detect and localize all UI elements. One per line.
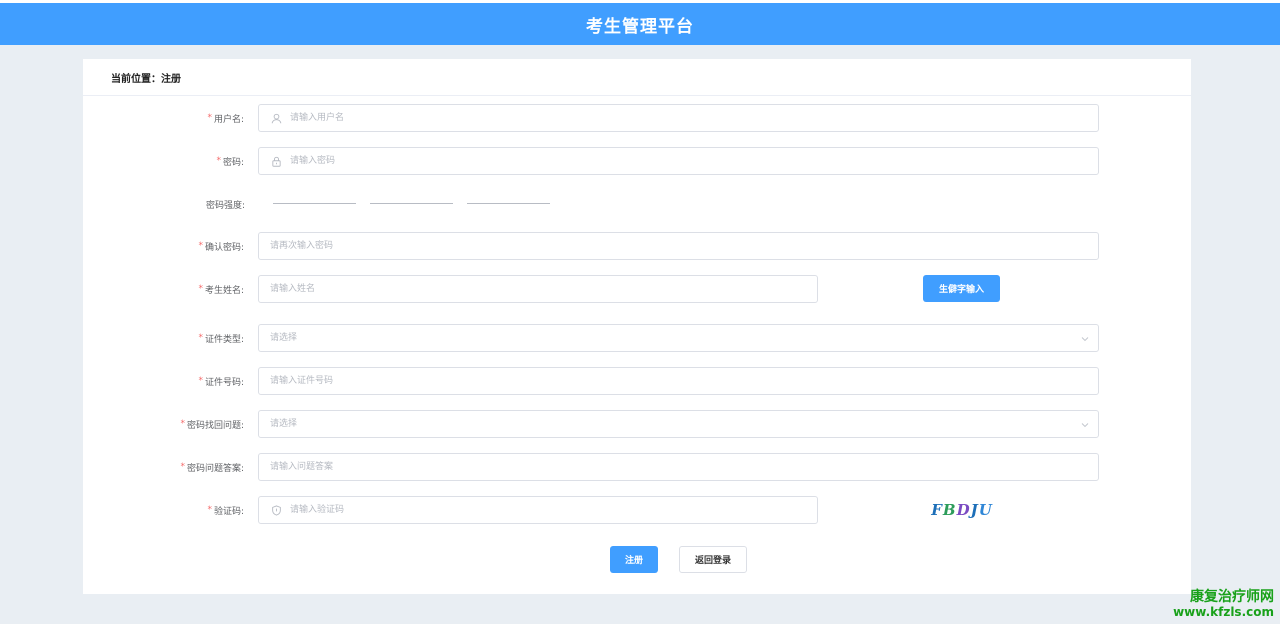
strength-bar-weak [273, 203, 356, 204]
register-panel: 当前位置：注册 * 用户名: * 密码: 密码强度: [83, 59, 1191, 594]
password-row: * 密码: [83, 147, 1191, 175]
captcha-label: * 验证码: [207, 505, 244, 517]
id-type-select[interactable] [258, 324, 1099, 352]
answer-input[interactable] [270, 454, 1098, 480]
id-number-field[interactable] [258, 367, 1099, 395]
chevron-down-icon [1081, 423, 1089, 428]
question-label: * 密码找回问题: [180, 419, 244, 431]
id-number-label: * 证件号码: [198, 376, 244, 388]
strength-label: 密码强度: [205, 200, 245, 211]
answer-label: * 密码问题答案: [180, 462, 244, 474]
password-input[interactable] [290, 148, 1098, 174]
confirm-password-field[interactable] [258, 232, 1099, 260]
chevron-down-icon [1081, 337, 1089, 342]
rare-char-input-button[interactable]: 生僻字输入 [923, 275, 1000, 302]
confirm-label: * 确认密码: [198, 241, 244, 253]
id-number-input[interactable] [270, 368, 1098, 394]
name-label: * 考生姓名: [198, 284, 244, 296]
site-watermark: 康复治疗师网 www.kfzls.com [1173, 589, 1274, 620]
question-row: * 密码找回问题: [83, 410, 1191, 438]
captcha-input[interactable] [290, 497, 817, 523]
answer-row: * 密码问题答案: [83, 453, 1191, 481]
captcha-row: * 验证码: F B D J U [83, 496, 1191, 524]
id-type-input[interactable] [270, 325, 1098, 351]
username-label: * 用户名: [207, 113, 244, 125]
register-button[interactable]: 注册 [610, 546, 658, 573]
id-number-row: * 证件号码: [83, 367, 1191, 395]
back-to-login-button[interactable]: 返回登录 [679, 546, 747, 573]
shield-icon [270, 504, 282, 516]
answer-field[interactable] [258, 453, 1099, 481]
app-title: 考生管理平台 [586, 16, 694, 37]
password-label: * 密码: [216, 156, 244, 168]
name-input[interactable] [270, 276, 817, 302]
app-header: 考生管理平台 [0, 3, 1280, 45]
captcha-image[interactable]: F B D J U [927, 496, 997, 524]
strength-meter [273, 203, 550, 205]
breadcrumb: 当前位置：注册 [111, 73, 181, 85]
recovery-question-select[interactable] [258, 410, 1099, 438]
name-field[interactable] [258, 275, 818, 303]
lock-icon [270, 155, 282, 167]
id-type-label: * 证件类型: [198, 333, 244, 345]
username-row: * 用户名: [83, 104, 1191, 132]
id-type-row: * 证件类型: [83, 324, 1191, 352]
confirm-row: * 确认密码: [83, 232, 1191, 260]
strength-row: 密码强度: [83, 190, 1191, 218]
user-icon [270, 112, 282, 124]
strength-bar-strong [467, 203, 550, 204]
password-field[interactable] [258, 147, 1099, 175]
divider [83, 95, 1191, 96]
captcha-field[interactable] [258, 496, 818, 524]
recovery-question-input[interactable] [270, 411, 1098, 437]
username-field[interactable] [258, 104, 1099, 132]
strength-bar-medium [370, 203, 453, 204]
name-row: * 考生姓名: 生僻字输入 [83, 275, 1191, 303]
confirm-password-input[interactable] [270, 233, 1098, 259]
username-input[interactable] [290, 105, 1098, 131]
